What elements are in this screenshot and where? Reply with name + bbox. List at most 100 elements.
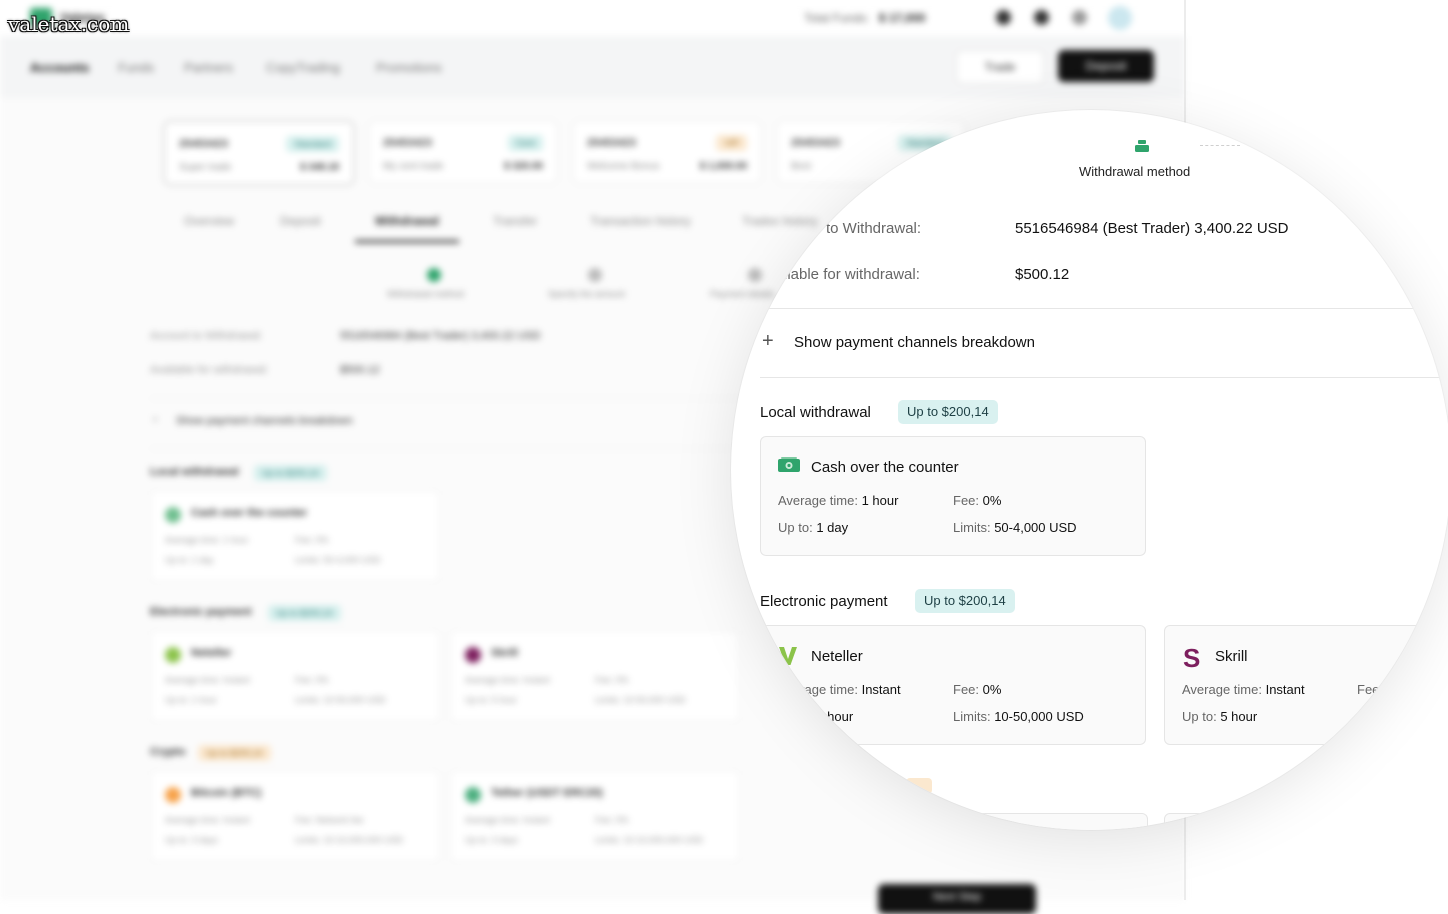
nav-promotions[interactable]: Promotions [376, 60, 442, 75]
nav-funds[interactable]: Funds [118, 60, 154, 75]
settings-icon[interactable] [1072, 10, 1087, 25]
avg-time-label: Average time: [165, 535, 221, 545]
fee-value: 0% [615, 675, 629, 685]
fee-value: 0% [982, 682, 1002, 697]
total-funds-value: $ 17,000 [878, 11, 926, 25]
method-avg-time: Average time: Instant [165, 815, 250, 825]
neteller-icon [779, 647, 797, 665]
magnifier-lens: Withdrawal method to Withdrawal: 5516546… [731, 110, 1448, 830]
method-card-peek[interactable] [760, 813, 1148, 830]
crypto-section-title: Crypto [150, 746, 186, 758]
method-name: Skrill [1215, 648, 1248, 665]
total-funds-label: Total Funds: [804, 11, 870, 25]
method-card-cash[interactable]: Cash over the counter Average time: 1 ho… [760, 436, 1146, 556]
method-name: Neteller [191, 647, 232, 659]
method-card[interactable]: Skrill Average time: Instant Up to: 5 ho… [450, 630, 740, 722]
limits-value: 50-4,000 USD [994, 520, 1077, 535]
method-card[interactable]: Bitcoin (BTC) Average time: Instant Up t… [150, 770, 440, 862]
method-name: Cash over the counter [811, 459, 959, 476]
tab-transaction-history[interactable]: Transaction history [590, 214, 691, 228]
total-funds[interactable]: Total Funds: $ 17,000 [804, 11, 925, 25]
limits-label: Limits: [953, 709, 991, 724]
magnified-content: Withdrawal method to Withdrawal: 5516546… [731, 110, 1448, 830]
method-upto: Up to: 1 hour [778, 709, 853, 724]
step-1-icon [427, 268, 441, 282]
upto-label: Up to: [165, 835, 190, 845]
method-card-neteller[interactable]: Neteller Average time: Instant Up to: 1 … [760, 625, 1146, 745]
breakdown-toggle[interactable]: Show payment channels breakdown [176, 415, 353, 427]
trade-button[interactable]: Trade [956, 50, 1044, 84]
avg-time-label: Average time: [165, 815, 221, 825]
method-limits: Limits: 10-10,000,000 USD [295, 835, 403, 845]
method-limits: Limits: 10-50,000 USD [295, 695, 386, 705]
method-fee: Fee: 0% [595, 815, 629, 825]
nav-accounts[interactable]: Accounts [30, 60, 89, 75]
divider [760, 377, 1440, 378]
method-upto: Up to: 1 day [778, 520, 848, 535]
avg-time-label: Average time: [1182, 682, 1262, 697]
limits-label: Limits: [295, 555, 322, 565]
upto-value: 1 day [191, 555, 214, 565]
method-name: Neteller [811, 648, 863, 665]
bell-icon[interactable] [1034, 10, 1049, 25]
plus-icon[interactable]: + [152, 414, 158, 426]
method-fee: Fee: Network fee [295, 815, 364, 825]
method-card-skrill[interactable]: S Skrill Average time: Instant Up to: 5 … [1164, 625, 1448, 745]
account-card[interactable]: 25453423 Standard Super trade $ 348.18 [163, 120, 355, 186]
method-avg-time: Average time: 1 hour [165, 535, 248, 545]
crypto-limit-badge: Up to $200,14 [198, 745, 271, 761]
nav-partners[interactable]: Partners [184, 60, 233, 75]
fee-label: Fee: [295, 675, 314, 685]
breakdown-toggle[interactable]: Show payment channels breakdown [794, 334, 1035, 351]
avg-time-label: Average time: [165, 675, 221, 685]
nav-copytrading[interactable]: CopyTrading [266, 60, 340, 75]
step-connector [1200, 145, 1240, 146]
limits-label: Limits: [1357, 709, 1395, 724]
avg-time-value: Instant [522, 815, 550, 825]
method-limits: Limits: 10-50,000 USD [1357, 709, 1448, 739]
method-fee: Fee: 0% [595, 675, 629, 685]
divider [150, 398, 740, 399]
limits-value: 10-10,000,000 USD [323, 835, 404, 845]
plus-icon[interactable]: + [762, 331, 774, 351]
method-card[interactable]: Cash over the counter Average time: 1 ho… [150, 490, 440, 582]
avatar[interactable] [1108, 6, 1132, 30]
account-number: 25453423 [587, 137, 636, 149]
account-name: Super trade [179, 162, 232, 173]
account-type-badge: Cent [507, 135, 543, 151]
method-upto: Up to: 5 hour [465, 695, 517, 705]
upto-value: 1 hour [816, 709, 854, 724]
method-avg-time: Average time: 1 hour [778, 493, 898, 508]
deposit-button[interactable]: Deposit [1058, 50, 1154, 82]
account-to-withdraw-label: Account to Withdrawal: [150, 330, 263, 342]
next-step-button[interactable]: Next Step [878, 884, 1036, 914]
available-label: ilable for withdrawal: [784, 266, 920, 283]
account-type-badge: Standard [286, 136, 339, 152]
account-card[interactable]: 25453423 Cent My cent trade $ 320.00 [368, 120, 558, 184]
limits-value: 10-10,000,000 USD [623, 835, 704, 845]
divider [150, 448, 740, 449]
tether-icon [465, 787, 481, 803]
limits-value: 10-50,000 USD [994, 709, 1084, 724]
avg-time-value: Instant [861, 682, 901, 697]
avg-time-label: Average time: [778, 493, 858, 508]
tab-transfer[interactable]: Transfer [493, 214, 537, 228]
tab-overview[interactable]: Overview [184, 214, 234, 228]
method-fee: Fee: 0% [295, 675, 329, 685]
wallet-icon[interactable] [996, 10, 1011, 25]
method-card[interactable]: Tether (USDT ERC20) Average time: Instan… [450, 770, 740, 862]
tab-deposit[interactable]: Deposit [280, 214, 321, 228]
tab-withdrawal[interactable]: Withdrawal [375, 214, 439, 228]
fee-value: 0% [315, 675, 329, 685]
limits-value: 50-4,000 USD [323, 555, 381, 565]
avg-time-label: Average time: [465, 675, 521, 685]
step-2-label: Specify the amount [548, 289, 626, 299]
step-2-icon [588, 268, 602, 282]
fee-label: Fee: [295, 535, 314, 545]
method-card[interactable]: Neteller Average time: Instant Up to: 1 … [150, 630, 440, 722]
cash-icon [778, 457, 800, 472]
method-name: Tether (USDT ERC20) [491, 787, 603, 799]
fee-label: Fee: [595, 675, 614, 685]
method-name: Bitcoin (BTC) [191, 787, 262, 799]
method-card-peek[interactable] [1164, 813, 1448, 830]
